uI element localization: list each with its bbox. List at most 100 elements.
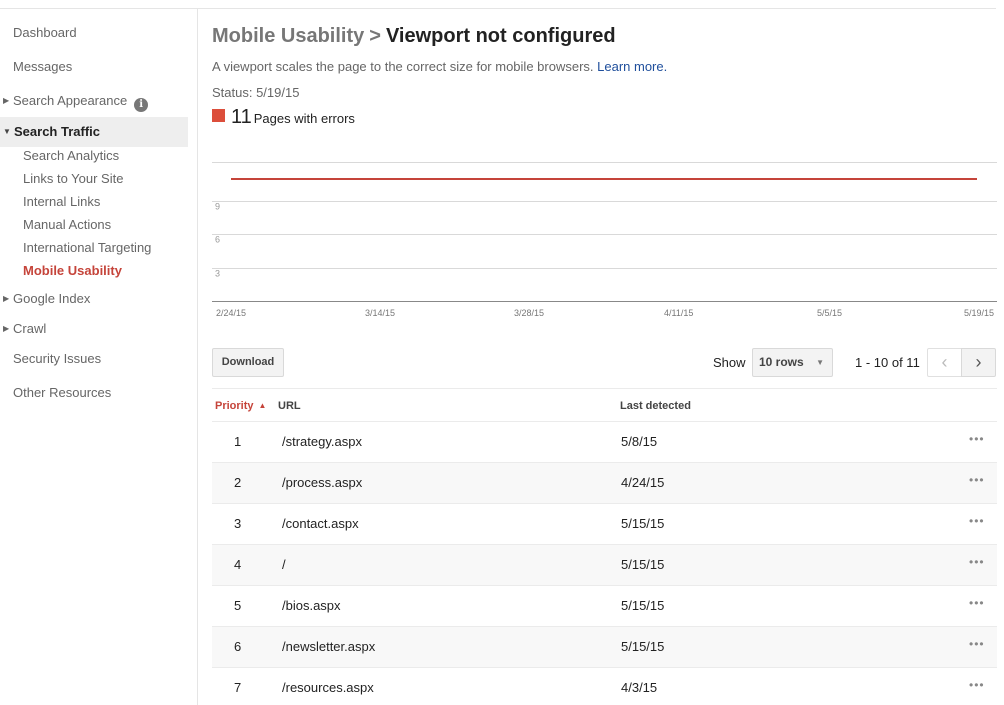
show-label: Show	[713, 355, 746, 370]
expand-arrow-icon: ▶	[3, 294, 10, 303]
sidebar-item-other-resources[interactable]: Other Resources	[0, 381, 188, 405]
legend-label: Pages with errors	[253, 111, 355, 126]
y-tick-label: 3	[215, 269, 220, 279]
more-options-icon[interactable]: •••	[969, 637, 985, 651]
collapse-arrow-icon: ▼	[3, 127, 11, 136]
table-row[interactable]: 2/process.aspx 4/24/15 •••	[212, 463, 997, 504]
table-body: 1/strategy.aspx 5/8/15 ••• 2/process.aspx 4/…	[212, 422, 997, 705]
priority-cell: 5	[234, 598, 242, 613]
sidebar-item-label: Google Index	[13, 291, 91, 306]
table-header: Priority ▲ URL Last detected	[212, 388, 997, 422]
table-row[interactable]: 5/bios.aspx 5/15/15 •••	[212, 586, 997, 627]
page-title-text: Viewport not configured	[385, 25, 616, 47]
table-row[interactable]: 4 / 5/15/15 •••	[212, 545, 997, 586]
legend-swatch	[212, 109, 225, 122]
priority-cell: 6	[234, 639, 242, 654]
last-detected-cell: 5/15/15	[621, 639, 665, 654]
errors-line-chart: 369122/24/153/14/153/28/154/11/155/5/155…	[212, 162, 997, 318]
sidebar-item-security-issues[interactable]: Security Issues	[0, 347, 188, 371]
x-tick-label: 5/5/15	[817, 308, 842, 318]
sidebar-item-google-index[interactable]: ▶ Google Index	[0, 287, 188, 311]
sidebar-subitem-mobile-usability[interactable]: Mobile Usability	[23, 261, 122, 281]
sidebar-item-crawl[interactable]: ▶ Crawl	[0, 317, 188, 341]
sidebar-item-search-traffic[interactable]: ▼ Search Traffic	[0, 117, 188, 147]
next-page-button[interactable]: ›	[961, 348, 996, 377]
sidebar-subitem-internal-links[interactable]: Internal Links	[23, 192, 100, 212]
chevron-left-icon: ‹	[941, 352, 948, 372]
priority-header-label: Priority	[215, 400, 254, 412]
url-cell[interactable]: /process.aspx	[282, 475, 362, 490]
priority-cell: 7	[234, 680, 242, 695]
table-row[interactable]: 6/newsletter.aspx 5/15/15 •••	[212, 627, 997, 668]
download-button[interactable]: Download	[212, 348, 284, 377]
y-tick-label: 9	[215, 202, 220, 212]
more-options-icon[interactable]: •••	[969, 555, 985, 569]
sidebar-subitem-search-analytics[interactable]: Search Analytics	[23, 146, 119, 166]
page-title: Mobile Usability > Viewport not configured	[212, 25, 616, 48]
sidebar-subitem-manual-actions[interactable]: Manual Actions	[23, 215, 111, 235]
url-cell[interactable]: /contact.aspx	[282, 516, 359, 531]
sidebar-item-label: Crawl	[13, 321, 47, 336]
last-detected-cell: 5/15/15	[621, 598, 665, 613]
sidebar-item-label: Search Traffic	[14, 124, 100, 139]
table-row[interactable]: 7/resources.aspx 4/3/15 •••	[212, 668, 997, 705]
sidebar-subitem-links-to-your-site[interactable]: Links to Your Site	[23, 169, 123, 189]
description-text: A viewport scales the page to the correc…	[212, 59, 594, 74]
rows-per-page-value: 10 rows	[759, 355, 804, 369]
error-count: 11	[231, 106, 252, 128]
page-description: A viewport scales the page to the correc…	[212, 59, 667, 74]
url-cell[interactable]: /bios.aspx	[282, 598, 341, 613]
more-options-icon[interactable]: •••	[969, 432, 985, 446]
sidebar-nav: Dashboard Messages ▶ Search Appearance i …	[0, 9, 198, 705]
url-cell[interactable]: /newsletter.aspx	[282, 639, 375, 654]
expand-arrow-icon: ▶	[3, 96, 10, 105]
breadcrumb-mobile-usability[interactable]: Mobile Usability	[212, 25, 364, 47]
last-detected-cell: 5/15/15	[621, 516, 665, 531]
more-options-icon[interactable]: •••	[969, 678, 985, 692]
errors-table: Priority ▲ URL Last detected 1/strategy.a…	[212, 388, 997, 705]
table-row[interactable]: 1/strategy.aspx 5/8/15 •••	[212, 422, 997, 463]
sidebar-item-label: Other Resources	[13, 385, 112, 400]
url-cell[interactable]: /	[282, 557, 286, 572]
sidebar-item-label: Dashboard	[13, 25, 77, 40]
x-tick-label: 2/24/15	[216, 308, 246, 318]
url-cell[interactable]: /resources.aspx	[282, 680, 374, 695]
column-header-url[interactable]: URL	[278, 400, 301, 412]
sidebar-item-label-wrap: Search Appearance i	[13, 89, 149, 113]
dropdown-caret-icon: ▼	[816, 358, 824, 367]
expand-arrow-icon: ▶	[3, 324, 10, 333]
sidebar-item-label: Security Issues	[13, 351, 102, 366]
x-tick-label: 3/14/15	[365, 308, 395, 318]
last-detected-cell: 4/24/15	[621, 475, 665, 490]
x-tick-label: 5/19/15	[964, 308, 994, 318]
last-detected-cell: 5/8/15	[621, 434, 658, 449]
sidebar-item-label: Messages	[13, 59, 73, 74]
more-options-icon[interactable]: •••	[969, 514, 985, 528]
table-row[interactable]: 3/contact.aspx 5/15/15 •••	[212, 504, 997, 545]
sidebar-item-messages[interactable]: Messages	[0, 55, 188, 79]
sidebar-item-search-appearance[interactable]: ▶ Search Appearance i	[0, 89, 188, 113]
column-header-priority[interactable]: Priority ▲	[215, 400, 266, 412]
status-date: Status: 5/19/15	[212, 85, 300, 100]
pagination-info: 1 - 10 of 11	[855, 355, 920, 370]
sidebar-item-label: Search Appearance	[13, 93, 128, 108]
info-icon[interactable]: i	[134, 98, 149, 112]
priority-cell: 4	[234, 557, 242, 572]
url-cell[interactable]: /strategy.aspx	[282, 434, 362, 449]
priority-cell: 1	[234, 434, 242, 449]
column-header-last-detected[interactable]: Last detected	[620, 400, 691, 412]
more-options-icon[interactable]: •••	[969, 473, 985, 487]
priority-cell: 3	[234, 516, 242, 531]
previous-page-button[interactable]: ‹	[927, 348, 962, 377]
last-detected-cell: 5/15/15	[621, 557, 665, 572]
priority-cell: 2	[234, 475, 242, 490]
sidebar-item-dashboard[interactable]: Dashboard	[0, 21, 188, 45]
more-options-icon[interactable]: •••	[969, 596, 985, 610]
rows-per-page-select[interactable]: 10 rows ▼	[752, 348, 833, 377]
x-tick-label: 3/28/15	[514, 308, 544, 318]
learn-more-link[interactable]: Learn more.	[597, 59, 667, 74]
last-detected-cell: 4/3/15	[621, 680, 658, 695]
sidebar-subitem-international-targeting[interactable]: International Targeting	[23, 238, 151, 258]
chart-legend: 11 Pages with errors	[212, 106, 355, 128]
y-tick-label: 6	[215, 235, 220, 245]
